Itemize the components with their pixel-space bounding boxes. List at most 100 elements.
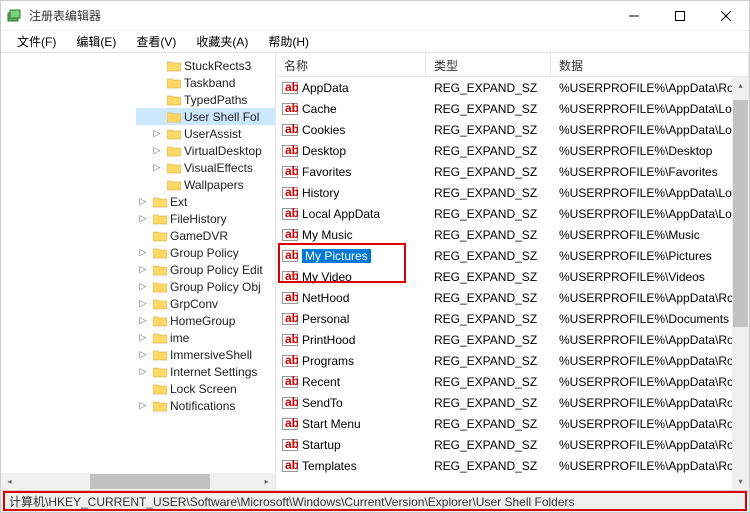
string-value-icon: ab bbox=[282, 459, 298, 473]
list-row[interactable]: abProgramsREG_EXPAND_SZ%USERPROFILE%\App… bbox=[276, 350, 749, 371]
tree-item[interactable]: ▷VisualEffects bbox=[136, 159, 275, 176]
tree-item[interactable]: Lock Screen bbox=[136, 380, 275, 397]
value-data: %USERPROFILE%\AppData\Roamin bbox=[551, 333, 749, 347]
expand-icon[interactable]: ▷ bbox=[136, 365, 150, 379]
list-row[interactable]: abCookiesREG_EXPAND_SZ%USERPROFILE%\AppD… bbox=[276, 119, 749, 140]
tree-item-label: Internet Settings bbox=[170, 365, 257, 379]
value-name: Programs bbox=[302, 354, 426, 368]
list-row[interactable]: abLocal AppDataREG_EXPAND_SZ%USERPROFILE… bbox=[276, 203, 749, 224]
scroll-down-icon[interactable]: ▾ bbox=[732, 473, 749, 490]
list-row[interactable]: abPrintHoodREG_EXPAND_SZ%USERPROFILE%\Ap… bbox=[276, 329, 749, 350]
scrollbar-thumb[interactable] bbox=[90, 474, 210, 489]
expand-icon[interactable]: ▷ bbox=[150, 144, 164, 158]
list-pane[interactable]: 名称 类型 数据 abAppDataREG_EXPAND_SZ%USERPROF… bbox=[276, 53, 749, 490]
tree-item[interactable]: User Shell Fol bbox=[136, 108, 275, 125]
column-header-name[interactable]: 名称 bbox=[276, 53, 426, 76]
titlebar[interactable]: 注册表编辑器 bbox=[1, 1, 749, 31]
value-data: %USERPROFILE%\Videos bbox=[551, 270, 749, 284]
expand-icon[interactable]: ▷ bbox=[136, 331, 150, 345]
tree-item[interactable]: ▷ImmersiveShell bbox=[136, 346, 275, 363]
expand-icon[interactable]: ▷ bbox=[136, 297, 150, 311]
list-row[interactable]: abMy MusicREG_EXPAND_SZ%USERPROFILE%\Mus… bbox=[276, 224, 749, 245]
tree-item[interactable]: ▷Group Policy bbox=[136, 244, 275, 261]
tree-item[interactable]: ▷Ext bbox=[136, 193, 275, 210]
folder-icon bbox=[153, 196, 167, 208]
expand-icon[interactable]: ▷ bbox=[136, 280, 150, 294]
menu-favorites[interactable]: 收藏夹(A) bbox=[186, 31, 258, 52]
tree-pane[interactable]: StuckRects3Taskband TypedPathsUser Shell … bbox=[1, 53, 276, 490]
value-name: My Pictures bbox=[302, 249, 426, 263]
svg-text:ab: ab bbox=[285, 207, 298, 220]
list-row[interactable]: abCacheREG_EXPAND_SZ%USERPROFILE%\AppDat… bbox=[276, 98, 749, 119]
scroll-left-icon[interactable]: ◂ bbox=[1, 473, 18, 490]
list-row[interactable]: abSendToREG_EXPAND_SZ%USERPROFILE%\AppDa… bbox=[276, 392, 749, 413]
window-title: 注册表编辑器 bbox=[29, 7, 611, 24]
scroll-up-icon[interactable]: ▴ bbox=[732, 77, 749, 94]
list-row[interactable]: abMy VideoREG_EXPAND_SZ%USERPROFILE%\Vid… bbox=[276, 266, 749, 287]
list-row[interactable]: abAppDataREG_EXPAND_SZ%USERPROFILE%\AppD… bbox=[276, 77, 749, 98]
menu-help[interactable]: 帮助(H) bbox=[258, 31, 319, 52]
expand-icon[interactable]: ▷ bbox=[136, 399, 150, 413]
expand-icon[interactable]: ▷ bbox=[136, 314, 150, 328]
tree-item[interactable]: ▷VirtualDesktop bbox=[136, 142, 275, 159]
scrollbar-thumb[interactable] bbox=[733, 100, 748, 327]
tree-item[interactable]: ▷Group Policy Edit bbox=[136, 261, 275, 278]
maximize-button[interactable] bbox=[657, 1, 703, 31]
tree-item-label: Group Policy Obj bbox=[170, 280, 261, 294]
minimize-button[interactable] bbox=[611, 1, 657, 31]
tree-item-label: Wallpapers bbox=[184, 178, 244, 192]
list-row[interactable]: abHistoryREG_EXPAND_SZ%USERPROFILE%\AppD… bbox=[276, 182, 749, 203]
tree-item[interactable]: ▷ime bbox=[136, 329, 275, 346]
menu-edit[interactable]: 编辑(E) bbox=[66, 31, 126, 52]
tree-item[interactable]: ▷ Group Policy Obj bbox=[136, 278, 275, 295]
string-value-icon: ab bbox=[282, 375, 298, 389]
list-row[interactable]: abTemplatesREG_EXPAND_SZ%USERPROFILE%\Ap… bbox=[276, 455, 749, 476]
string-value-icon: ab bbox=[282, 270, 298, 284]
folder-icon bbox=[153, 366, 167, 378]
expand-icon[interactable]: ▷ bbox=[136, 195, 150, 209]
svg-text:ab: ab bbox=[285, 123, 298, 136]
tree-item[interactable]: ▷ Internet Settings bbox=[136, 363, 275, 380]
svg-text:ab: ab bbox=[285, 102, 298, 115]
tree-item[interactable]: ▷Notifications bbox=[136, 397, 275, 414]
column-header-data[interactable]: 数据 bbox=[551, 53, 749, 76]
value-type: REG_EXPAND_SZ bbox=[426, 81, 551, 95]
tree-item[interactable]: ▷GrpConv bbox=[136, 295, 275, 312]
value-data: %USERPROFILE%\AppData\Roamin bbox=[551, 375, 749, 389]
list-vertical-scrollbar[interactable]: ▴ ▾ bbox=[732, 77, 749, 490]
list-row[interactable]: abStartupREG_EXPAND_SZ%USERPROFILE%\AppD… bbox=[276, 434, 749, 455]
expand-icon[interactable]: ▷ bbox=[150, 161, 164, 175]
close-button[interactable] bbox=[703, 1, 749, 31]
tree-item[interactable]: Taskband bbox=[136, 74, 275, 91]
tree-item[interactable]: ▷FileHistory bbox=[136, 210, 275, 227]
list-row[interactable]: abStart MenuREG_EXPAND_SZ%USERPROFILE%\A… bbox=[276, 413, 749, 434]
expand-icon[interactable]: ▷ bbox=[136, 212, 150, 226]
tree-item[interactable]: ▷HomeGroup bbox=[136, 312, 275, 329]
list-row[interactable]: abNetHoodREG_EXPAND_SZ%USERPROFILE%\AppD… bbox=[276, 287, 749, 308]
tree-item[interactable]: TypedPaths bbox=[136, 91, 275, 108]
expand-icon[interactable]: ▷ bbox=[136, 348, 150, 362]
tree-horizontal-scrollbar[interactable]: ◂ ▸ bbox=[1, 473, 275, 490]
scroll-right-icon[interactable]: ▸ bbox=[258, 473, 275, 490]
expand-icon[interactable]: ▷ bbox=[136, 263, 150, 277]
string-value-icon: ab bbox=[282, 249, 298, 263]
string-value-icon: ab bbox=[282, 312, 298, 326]
folder-icon bbox=[153, 315, 167, 327]
menu-file[interactable]: 文件(F) bbox=[7, 31, 66, 52]
tree-item[interactable]: GameDVR bbox=[136, 227, 275, 244]
column-header-type[interactable]: 类型 bbox=[426, 53, 551, 76]
list-row[interactable]: abFavoritesREG_EXPAND_SZ%USERPROFILE%\Fa… bbox=[276, 161, 749, 182]
expand-icon[interactable]: ▷ bbox=[150, 127, 164, 141]
list-row[interactable]: abDesktopREG_EXPAND_SZ%USERPROFILE%\Desk… bbox=[276, 140, 749, 161]
tree-item-label: TypedPaths bbox=[184, 93, 247, 107]
menu-view[interactable]: 查看(V) bbox=[126, 31, 186, 52]
expand-icon[interactable]: ▷ bbox=[136, 246, 150, 260]
string-value-icon: ab bbox=[282, 417, 298, 431]
list-row[interactable]: abMy PicturesREG_EXPAND_SZ%USERPROFILE%\… bbox=[276, 245, 749, 266]
tree-item[interactable]: StuckRects3 bbox=[136, 57, 275, 74]
value-type: REG_EXPAND_SZ bbox=[426, 270, 551, 284]
tree-item[interactable]: ▷UserAssist bbox=[136, 125, 275, 142]
list-row[interactable]: abPersonalREG_EXPAND_SZ%USERPROFILE%\Doc… bbox=[276, 308, 749, 329]
list-row[interactable]: abRecentREG_EXPAND_SZ%USERPROFILE%\AppDa… bbox=[276, 371, 749, 392]
tree-item[interactable]: Wallpapers bbox=[136, 176, 275, 193]
